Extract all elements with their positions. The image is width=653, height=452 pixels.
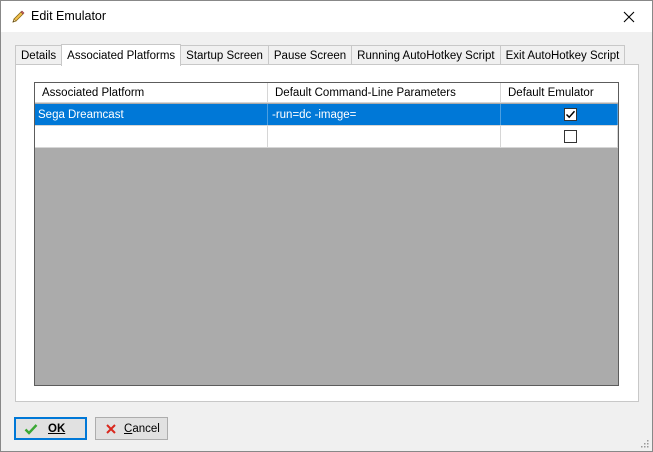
close-icon xyxy=(623,11,635,22)
checkmark-icon xyxy=(565,110,575,119)
tab-associated-platforms[interactable]: Associated Platforms xyxy=(61,44,182,66)
tab-strip: Details Associated Platforms Startup Scr… xyxy=(15,44,626,66)
column-header-parameters[interactable]: Default Command-Line Parameters xyxy=(268,83,501,103)
table-row[interactable]: Sega Dreamcast -run=dc -image= xyxy=(35,104,618,126)
close-button[interactable] xyxy=(606,1,652,32)
tab-pause-screen[interactable]: Pause Screen xyxy=(267,45,353,65)
table-row[interactable] xyxy=(35,126,618,148)
platform-cell[interactable] xyxy=(35,126,268,147)
tab-exit-autohotkey-script[interactable]: Exit AutoHotkey Script xyxy=(499,45,626,65)
resize-grip-icon[interactable] xyxy=(639,438,649,448)
parameters-cell[interactable]: -run=dc -image= xyxy=(268,104,501,125)
ok-button[interactable]: OK xyxy=(14,417,87,440)
cancel-button-label: Cancel xyxy=(124,422,160,435)
x-icon xyxy=(104,422,118,436)
associated-platforms-panel: Associated Platform Default Command-Line… xyxy=(15,64,639,402)
edit-emulator-dialog: Edit Emulator Details Associated Platfor… xyxy=(0,0,653,452)
grid-header: Associated Platform Default Command-Line… xyxy=(35,83,618,103)
column-header-default-emulator[interactable]: Default Emulator xyxy=(501,83,618,103)
default-emulator-checkbox[interactable] xyxy=(563,108,577,121)
column-header-platform[interactable]: Associated Platform xyxy=(35,83,268,103)
platform-cell[interactable]: Sega Dreamcast xyxy=(35,104,268,125)
ok-button-label: OK xyxy=(48,422,66,435)
title-bar: Edit Emulator xyxy=(1,1,652,32)
tab-running-autohotkey-script[interactable]: Running AutoHotkey Script xyxy=(351,45,501,65)
parameters-cell[interactable] xyxy=(268,126,501,147)
default-emulator-checkbox[interactable] xyxy=(563,130,577,143)
tab-details[interactable]: Details xyxy=(15,45,63,65)
window-title: Edit Emulator xyxy=(31,9,107,23)
platforms-grid[interactable]: Associated Platform Default Command-Line… xyxy=(34,82,619,386)
tab-startup-screen[interactable]: Startup Screen xyxy=(180,45,269,65)
checkmark-icon xyxy=(24,422,38,436)
pencil-icon xyxy=(10,9,26,25)
cancel-button[interactable]: Cancel xyxy=(95,417,168,440)
default-emulator-cell xyxy=(501,126,618,147)
default-emulator-cell xyxy=(501,104,618,125)
